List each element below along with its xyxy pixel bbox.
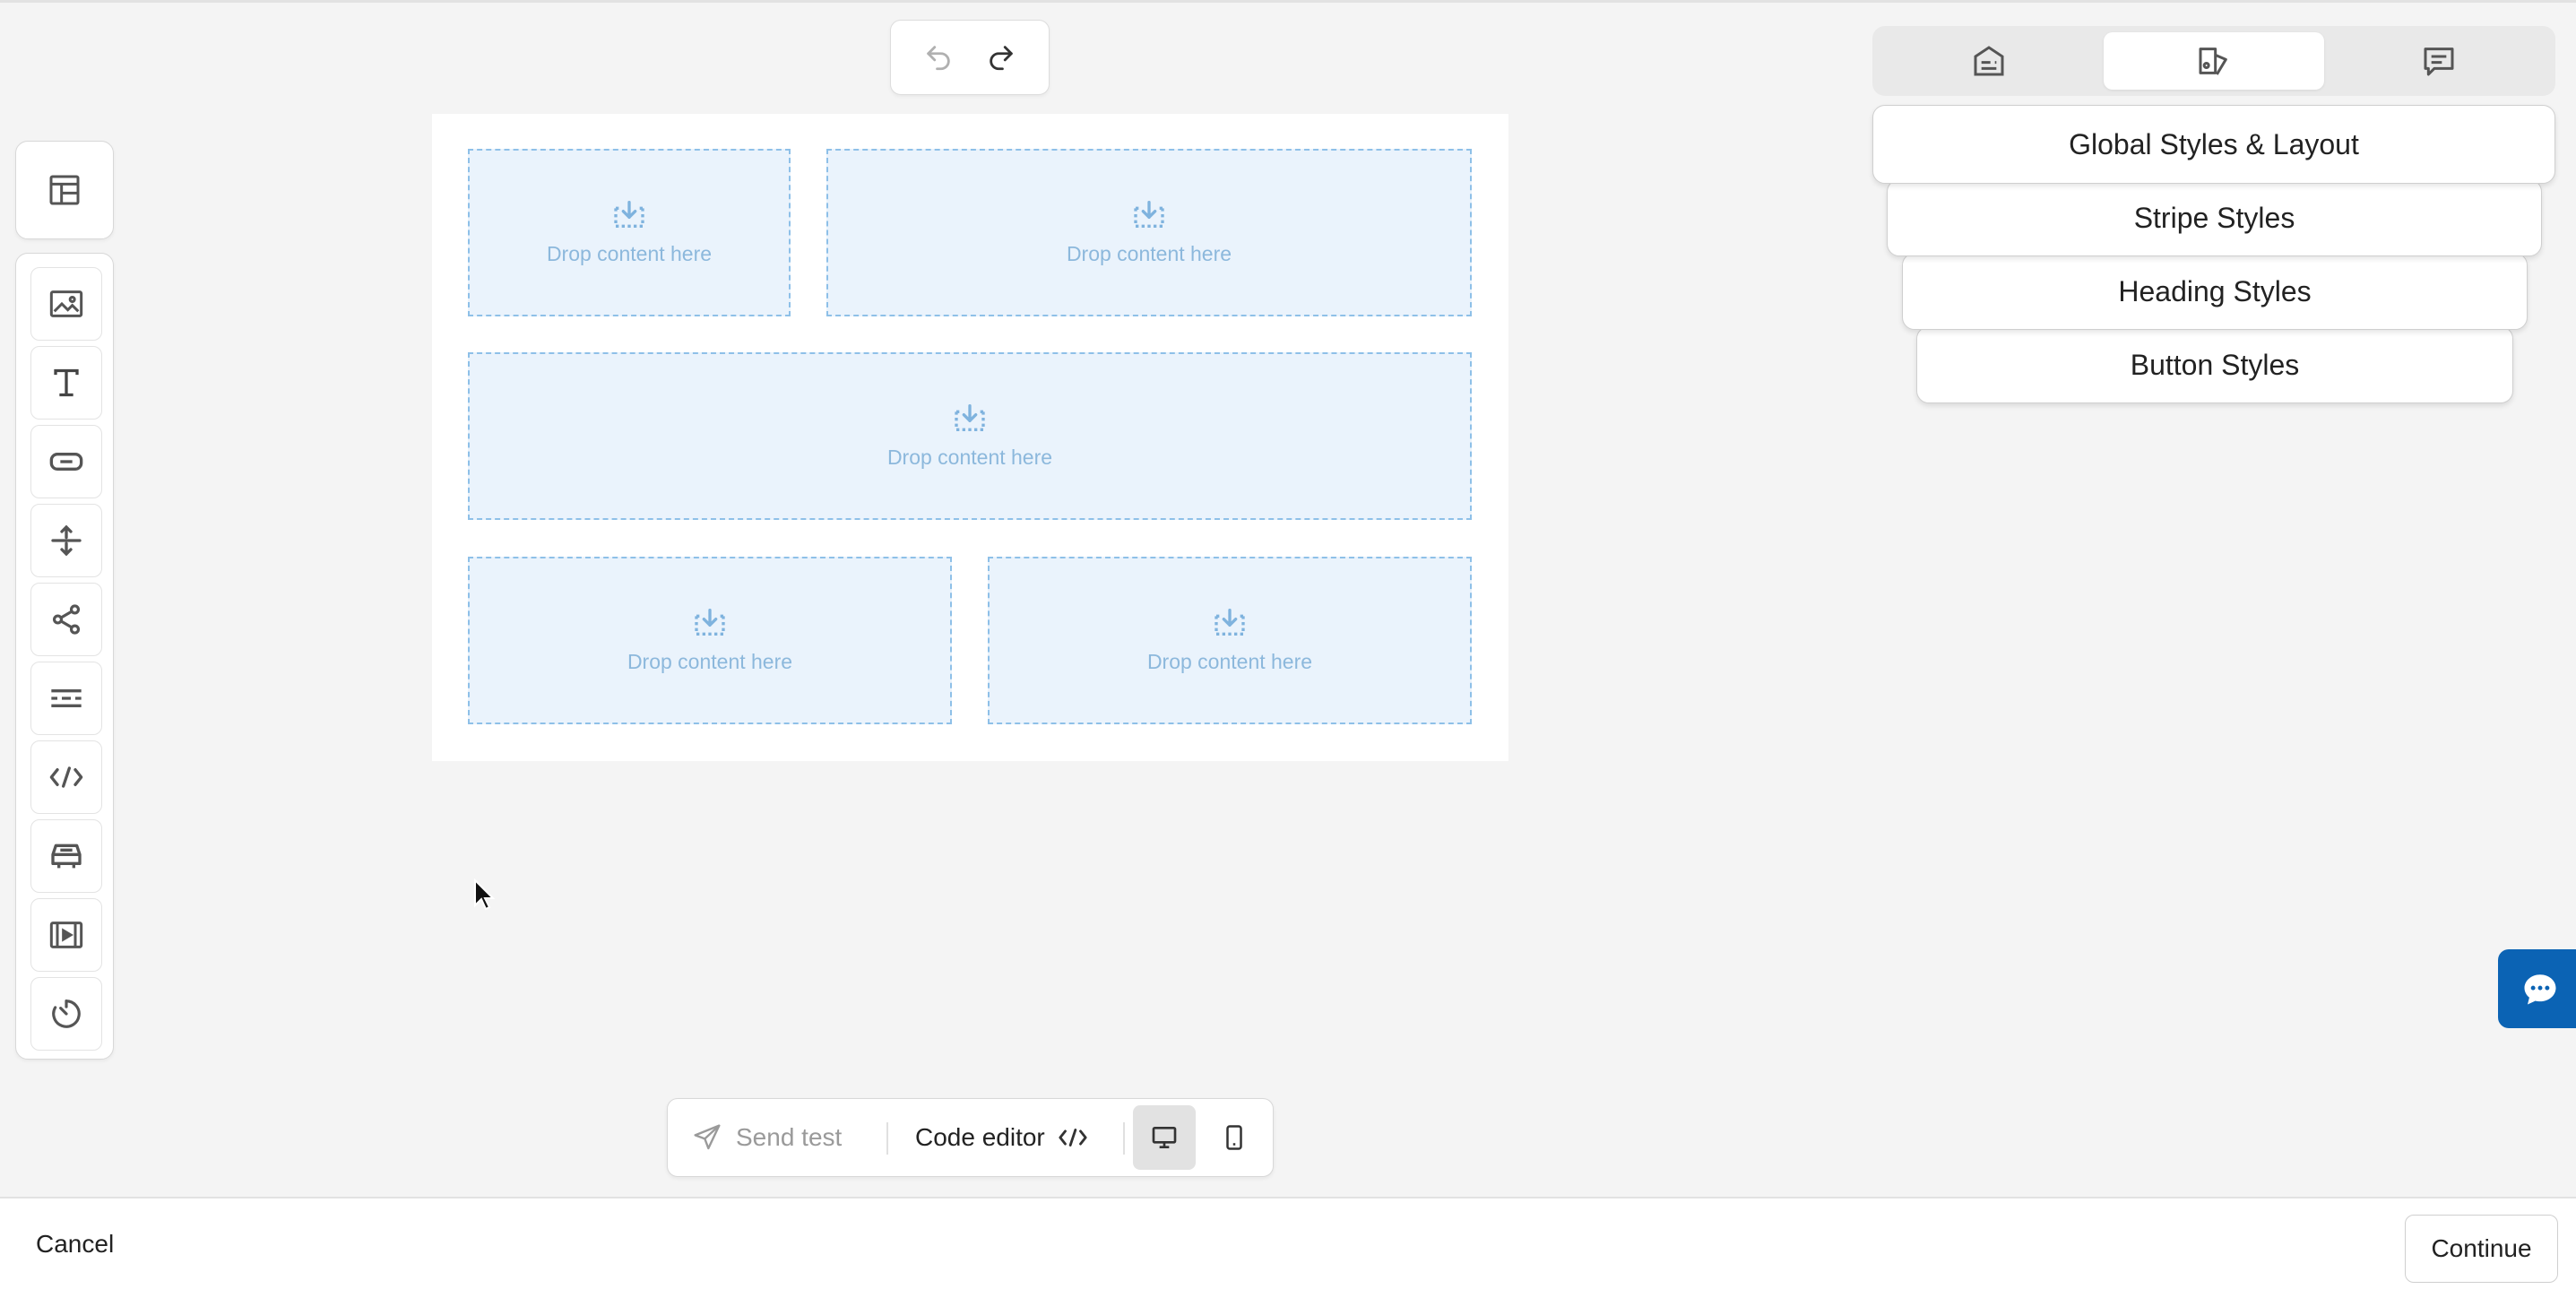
email-canvas: Drop content here Drop content here Drop… xyxy=(432,114,1508,761)
cursor-icon xyxy=(474,878,496,911)
image-tool[interactable] xyxy=(30,267,102,341)
chat-icon xyxy=(2524,974,2556,1005)
comments-icon xyxy=(2424,48,2454,76)
drop-zone[interactable]: Drop content here xyxy=(826,149,1472,316)
layout-grid-icon xyxy=(49,175,80,205)
continue-button[interactable]: Continue xyxy=(2405,1215,2558,1283)
separator xyxy=(886,1122,888,1155)
drop-icon xyxy=(695,609,725,636)
desktop-view-button[interactable] xyxy=(1133,1105,1196,1170)
content-tools-panel xyxy=(15,253,114,1060)
video-tool[interactable] xyxy=(30,898,102,972)
button-icon xyxy=(49,453,83,471)
drop-icon xyxy=(955,403,985,431)
timer-icon xyxy=(52,999,81,1028)
tab-content[interactable] xyxy=(1879,32,2099,90)
drop-icon xyxy=(614,201,644,228)
divider-tool[interactable] xyxy=(30,662,102,735)
mouse-cursor xyxy=(473,878,496,915)
text-tool[interactable] xyxy=(30,346,102,420)
send-icon xyxy=(694,1124,721,1150)
button-styles-button[interactable]: Button Styles xyxy=(1916,326,2513,403)
timer-tool[interactable] xyxy=(30,977,102,1051)
share-tool[interactable] xyxy=(30,583,102,656)
drop-label: Drop content here xyxy=(1066,242,1232,265)
drop-icon xyxy=(1134,201,1164,228)
code-icon xyxy=(1059,1129,1087,1147)
code-editor-button[interactable]: Code editor xyxy=(915,1099,1088,1176)
mobile-view-button[interactable] xyxy=(1203,1105,1266,1170)
drop-label: Drop content here xyxy=(627,650,793,673)
drop-zone[interactable]: Drop content here xyxy=(988,557,1472,724)
drop-zone[interactable]: Drop content here xyxy=(468,352,1472,520)
mobile-icon xyxy=(1226,1125,1242,1150)
send-test-button[interactable]: Send test xyxy=(693,1099,842,1176)
drop-icon xyxy=(1215,609,1245,636)
video-icon xyxy=(49,922,83,948)
heading-styles-button[interactable]: Heading Styles xyxy=(1902,253,2528,330)
stripe-styles-button[interactable]: Stripe Styles xyxy=(1887,179,2542,256)
code-editor-label: Code editor xyxy=(915,1123,1045,1151)
footer-bar xyxy=(0,1197,2576,1298)
send-test-label: Send test xyxy=(736,1123,843,1151)
separator xyxy=(1123,1122,1125,1155)
divider-icon xyxy=(51,689,82,707)
html-tool[interactable] xyxy=(30,740,102,814)
product-tool[interactable] xyxy=(30,819,102,893)
drop-label: Drop content here xyxy=(886,446,1053,469)
desktop-icon xyxy=(1152,1127,1177,1148)
undo-icon xyxy=(927,46,950,71)
redo-button[interactable] xyxy=(979,35,1024,80)
cancel-button[interactable]: Cancel xyxy=(36,1230,114,1259)
text-icon xyxy=(54,368,79,397)
spacer-icon xyxy=(51,524,82,557)
styles-icon xyxy=(2199,48,2227,75)
bottom-toolbar: Send test Code editor xyxy=(667,1098,1274,1177)
share-icon xyxy=(52,604,81,635)
global-styles-button[interactable]: Global Styles & Layout xyxy=(1872,105,2555,184)
product-icon xyxy=(51,844,82,869)
content-icon xyxy=(1974,46,2004,76)
button-tool[interactable] xyxy=(30,425,102,498)
layout-button[interactable] xyxy=(15,141,114,239)
image-icon xyxy=(49,290,83,317)
drop-zone[interactable]: Drop content here xyxy=(468,557,952,724)
redo-icon xyxy=(990,46,1013,71)
code-icon xyxy=(49,766,83,788)
drop-label: Drop content here xyxy=(546,242,713,265)
tab-styles[interactable] xyxy=(2104,32,2324,90)
undo-button[interactable] xyxy=(916,35,961,80)
top-border xyxy=(0,0,2576,3)
drop-label: Drop content here xyxy=(1146,650,1313,673)
settings-tabs xyxy=(1872,26,2555,96)
chat-support-button[interactable] xyxy=(2498,949,2576,1028)
tab-comments[interactable] xyxy=(2329,32,2549,90)
drop-zone[interactable]: Drop content here xyxy=(468,149,791,316)
spacer-tool[interactable] xyxy=(30,504,102,577)
undo-redo-group xyxy=(890,20,1050,95)
